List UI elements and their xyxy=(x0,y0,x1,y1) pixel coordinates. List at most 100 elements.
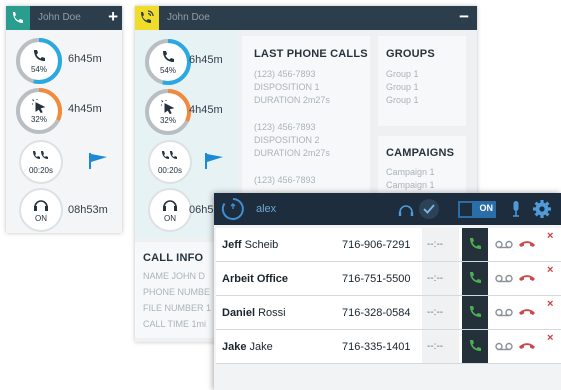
phone-icon xyxy=(34,50,45,61)
timer-ring: 00:20s xyxy=(19,140,63,184)
contact-timer: --:-- xyxy=(422,262,459,295)
call-disposition: DISPOSITION 1 xyxy=(254,82,320,92)
call-entry[interactable]: (123) 456-7893 DISPOSITION 2 DURATION 2m… xyxy=(254,121,330,160)
timer-value: --:-- xyxy=(427,341,444,352)
contact-first-name: Jake xyxy=(222,341,247,353)
voicemail-icon[interactable] xyxy=(495,240,513,249)
spinner-logo-icon xyxy=(221,198,244,220)
status-label: ON xyxy=(35,214,47,223)
hangup-icon[interactable] xyxy=(518,341,536,351)
call-entry[interactable]: (123) 456-7893 xyxy=(254,174,316,187)
hangup-icon[interactable] xyxy=(518,307,536,317)
stat-ring-clicks: 32% xyxy=(145,89,191,135)
campaign-item[interactable]: Campaign 1 xyxy=(386,166,435,179)
voicemail-icon[interactable] xyxy=(495,308,513,317)
dialer-header: alex ON xyxy=(214,193,561,225)
flag-icon[interactable] xyxy=(89,152,109,170)
agent-panel-collapsed: John Doe + 54% 6h45m 32% 4h45m 00:20s ON… xyxy=(6,6,122,233)
timer-value: --:-- xyxy=(427,239,444,250)
voicemail-icon[interactable] xyxy=(495,342,513,351)
call-number: (123) 456-7893 xyxy=(254,122,316,132)
call-button[interactable] xyxy=(462,228,488,261)
voicemail-icon[interactable] xyxy=(495,274,513,283)
toggle-knob xyxy=(460,203,472,216)
dual-phone-icon xyxy=(33,151,48,159)
remove-contact-button[interactable]: × xyxy=(547,230,553,242)
contact-phone: 716-906-7291 xyxy=(342,239,411,251)
contact-phone: 716-751-5500 xyxy=(342,273,411,285)
groups-section: GROUPS Group 1 Group 1 Group 1 xyxy=(378,36,466,126)
contact-row[interactable]: Arbeit Office 716-751-5500 --:-- × xyxy=(216,262,561,296)
call-timer: 00:20s xyxy=(157,166,183,175)
timer-value: --:-- xyxy=(427,307,444,318)
headset-icon xyxy=(163,200,177,211)
campaign-item[interactable]: Campaign 1 xyxy=(386,179,435,192)
group-item[interactable]: Group 1 xyxy=(386,94,419,107)
check-button[interactable] xyxy=(419,199,439,219)
stat-ring-calls: 54% xyxy=(16,38,62,84)
call-button[interactable] xyxy=(462,330,488,363)
microphone-icon[interactable] xyxy=(510,200,522,218)
gear-icon[interactable] xyxy=(532,199,552,219)
stat-duration: 4h45m xyxy=(68,103,102,115)
hangup-icon[interactable] xyxy=(518,273,536,283)
user-name: alex xyxy=(256,203,277,215)
call-info-phone: PHONE NUMBE xyxy=(143,287,211,297)
agent-header: John Doe + xyxy=(6,6,122,30)
remove-contact-button[interactable]: × xyxy=(547,298,553,310)
call-entry[interactable]: (123) 456-7893 DISPOSITION 1 DURATION 2m… xyxy=(254,68,330,107)
expand-button[interactable]: + xyxy=(108,7,118,27)
call-button[interactable] xyxy=(462,296,488,329)
dialer-panel: alex ON Jeff Scheib 716-906-7291 --:-- ×… xyxy=(214,193,561,390)
collapse-button[interactable]: − xyxy=(459,7,469,27)
call-number: (123) 456-7893 xyxy=(254,69,316,79)
group-item[interactable]: Group 1 xyxy=(386,68,419,81)
call-disposition: DISPOSITION 2 xyxy=(254,135,320,145)
campaigns-list: Campaign 1 Campaign 1 xyxy=(386,166,435,192)
availability-toggle[interactable]: ON xyxy=(458,201,496,218)
contact-last-name: Jake xyxy=(249,341,273,353)
stat-ring-calls: 54% xyxy=(145,39,191,85)
call-number: (123) 456-7893 xyxy=(254,175,316,185)
cursor-click-icon xyxy=(161,100,175,114)
call-duration: DURATION 2m27s xyxy=(254,148,330,158)
stat-ring-clicks: 32% xyxy=(16,88,62,134)
remove-contact-button[interactable]: × xyxy=(547,332,553,344)
call-button[interactable] xyxy=(462,262,488,295)
contact-first-name: Jeff xyxy=(222,239,242,251)
contact-row[interactable]: Daniel Rossi 716-328-0584 --:-- × xyxy=(216,296,561,330)
hangup-icon[interactable] xyxy=(518,239,536,249)
call-info-file: FILE NUMBER 1 xyxy=(143,303,212,313)
contact-name: Jake Jake xyxy=(222,341,273,353)
stat-percent: 32% xyxy=(159,116,176,125)
call-info-time: CALL TIME 1mi xyxy=(143,319,207,329)
contact-name: Daniel Rossi xyxy=(222,307,286,319)
phone-tab[interactable] xyxy=(135,6,159,30)
call-timer: 00:20s xyxy=(28,166,54,175)
timer-ring: 00:20s xyxy=(148,140,192,184)
stat-percent: 32% xyxy=(30,115,47,124)
contact-row[interactable]: Jake Jake 716-335-1401 --:-- × xyxy=(216,330,561,364)
phone-icon xyxy=(470,238,481,249)
call-info-name: NAME JOHN D xyxy=(143,271,206,281)
agent-name: John Doe xyxy=(38,12,81,23)
status-duration: 08h53m xyxy=(68,204,108,216)
status-label: ON xyxy=(164,214,176,223)
cursor-click-icon xyxy=(32,99,46,113)
phone-icon xyxy=(470,340,481,351)
group-item[interactable]: Group 1 xyxy=(386,81,419,94)
section-title: CAMPAIGNS xyxy=(386,147,455,159)
call-duration: DURATION 2m27s xyxy=(254,95,330,105)
headset-icon[interactable] xyxy=(397,201,415,219)
check-icon xyxy=(423,204,435,214)
phone-tab[interactable] xyxy=(6,6,30,30)
flag-icon[interactable] xyxy=(205,152,225,170)
contact-row[interactable]: Jeff Scheib 716-906-7291 --:-- × xyxy=(216,228,561,262)
contact-first-name: Daniel xyxy=(222,307,256,319)
section-title: GROUPS xyxy=(386,48,435,60)
groups-list: Group 1 Group 1 Group 1 xyxy=(386,68,419,107)
section-title: LAST PHONE CALLS xyxy=(254,48,368,60)
phone-wave-icon xyxy=(141,10,154,23)
stat-duration: 6h45m xyxy=(189,54,223,66)
remove-contact-button[interactable]: × xyxy=(547,264,553,276)
